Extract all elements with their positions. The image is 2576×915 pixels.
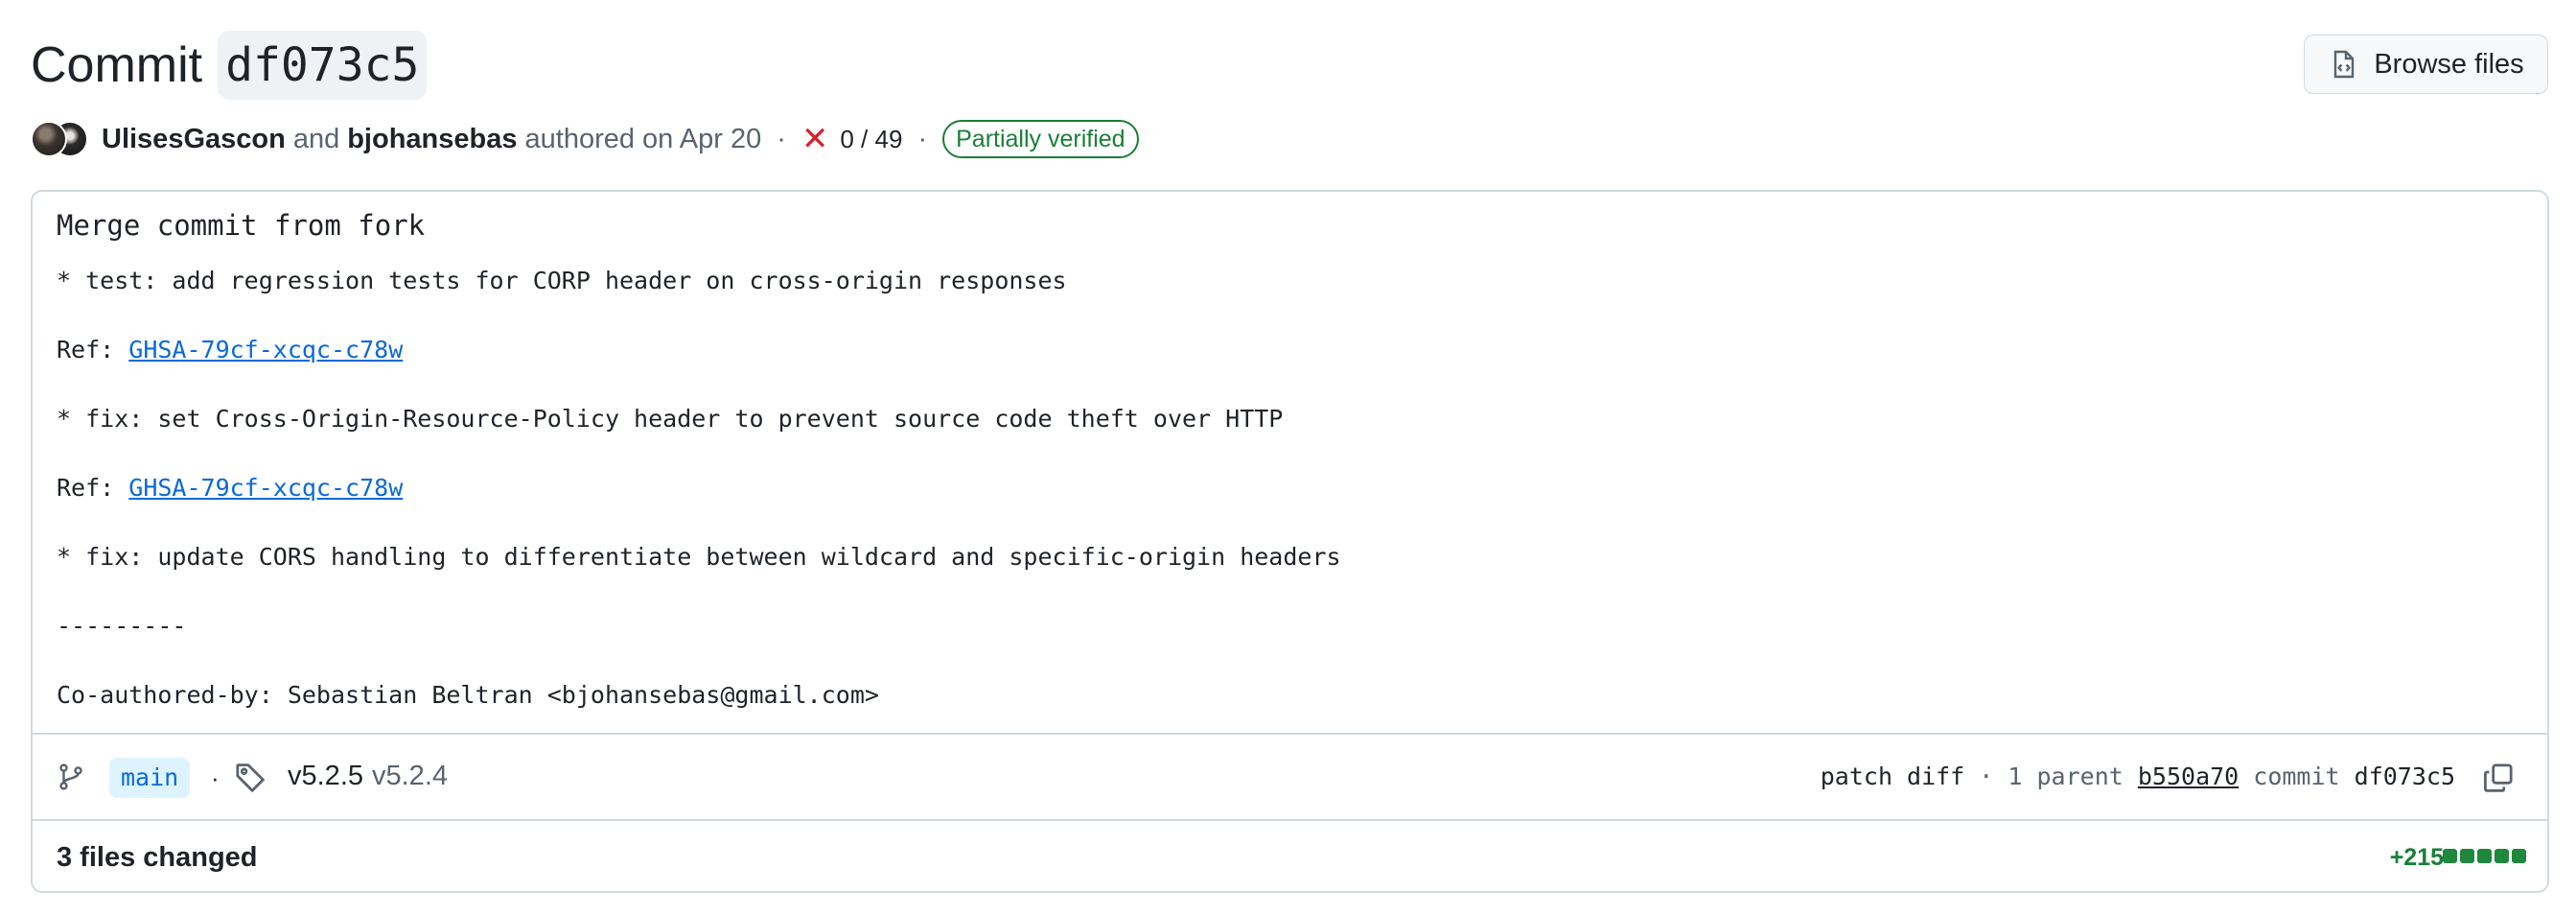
diff-link[interactable]: diff (1907, 762, 1964, 790)
git-branch-icon (59, 763, 82, 790)
diffstat-block (2495, 849, 2509, 863)
commit-label: commit (2239, 762, 2355, 790)
author-link-bjohansebas[interactable]: bjohansebas (347, 124, 517, 155)
ref-label: Ref: (57, 336, 129, 364)
additions-count: +215 (2389, 844, 2444, 871)
commit-authors: UlisesGascon and bjohansebas authored on… (31, 115, 1139, 163)
diffstat-block (2443, 849, 2457, 863)
tag-link[interactable]: v5.2.4 (372, 761, 448, 792)
verification-badge[interactable]: Partially verified (942, 120, 1139, 158)
copy-icon[interactable] (2482, 762, 2515, 794)
diffstat-block (2512, 849, 2526, 863)
message-ref-line: Ref: GHSA-79cf-xcqc-c78w (57, 474, 403, 502)
separator: · (917, 123, 928, 154)
commit-meta-bar: main · v5.2.5 v5.2.4 patch diff · 1 pare… (33, 733, 2547, 819)
commit-summary: Merge commit from fork (57, 209, 426, 242)
parent-sha-link[interactable]: b550a70 (2138, 762, 2239, 790)
files-changed-bar: 3 files changed +215 (33, 819, 2547, 891)
message-ref-line: Ref: GHSA-79cf-xcqc-c78w (57, 336, 403, 364)
file-code-icon (2334, 50, 2355, 79)
message-divider-line: --------- (57, 612, 187, 640)
commit-sha: df073c5 (2354, 762, 2455, 790)
patch-link[interactable]: patch (1821, 762, 1892, 790)
parent-count: · 1 parent (1964, 762, 2138, 790)
message-line: * test: add regression tests for CORP he… (57, 267, 1067, 294)
avatar[interactable] (31, 121, 67, 157)
commit-message-box: Merge commit from fork * test: add regre… (31, 190, 2549, 893)
advisory-link[interactable]: GHSA-79cf-xcqc-c78w (128, 336, 403, 364)
advisory-link[interactable]: GHSA-79cf-xcqc-c78w (128, 474, 403, 502)
commit-refs: patch diff · 1 parent b550a70 commit df0… (1821, 762, 2455, 790)
page-title: Commit df073c5 (31, 29, 428, 102)
authors-joiner: and (292, 123, 340, 154)
author-link-ulisesgascon[interactable]: UlisesGascon (102, 124, 286, 155)
message-line: * fix: update CORS handling to different… (57, 543, 1341, 571)
authored-date: authored on Apr 20 (524, 123, 762, 154)
message-line: * fix: set Cross-Origin-Resource-Policy … (57, 405, 1284, 433)
tag-link[interactable]: v5.2.5 (288, 761, 363, 792)
separator: · (777, 123, 786, 154)
tag-icon (236, 763, 266, 793)
ref-label: Ref: (57, 474, 129, 502)
files-changed-label: 3 files changed (57, 842, 258, 873)
separator: · (211, 763, 220, 792)
diffstat-block (2460, 849, 2474, 863)
commit-heading: Commit (31, 37, 203, 93)
author-avatars[interactable] (31, 118, 90, 160)
diffstat (2443, 849, 2526, 863)
diffstat-block (2477, 849, 2492, 863)
x-icon[interactable]: ✕ (801, 123, 829, 155)
co-author-line: Co-authored-by: Sebastian Beltran <bjoha… (57, 681, 879, 709)
checks-status[interactable]: 0 / 49 (840, 125, 902, 154)
commit-sha-badge: df073c5 (218, 31, 428, 100)
branch-chip[interactable]: main (109, 758, 191, 798)
browse-files-label: Browse files (2374, 48, 2524, 80)
browse-files-button[interactable]: Browse files (2304, 35, 2548, 94)
